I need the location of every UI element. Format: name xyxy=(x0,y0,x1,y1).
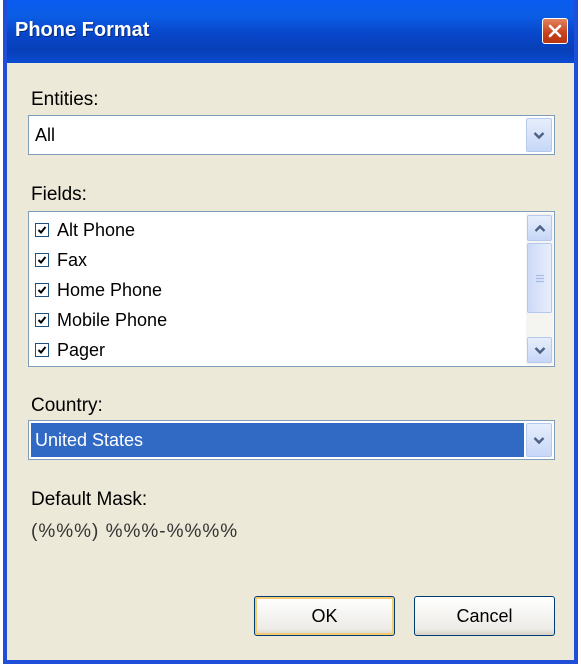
default-mask-label: Default Mask: xyxy=(31,489,148,510)
checkmark-icon xyxy=(37,346,47,354)
country-dropdown[interactable]: United States xyxy=(28,420,555,460)
chevron-down-icon xyxy=(533,131,545,139)
checkbox[interactable] xyxy=(35,313,49,327)
list-item[interactable]: Alt Phone xyxy=(35,216,135,244)
country-dropdown-button[interactable] xyxy=(526,423,552,457)
close-icon xyxy=(548,24,562,38)
list-item-label: Home Phone xyxy=(57,279,163,300)
list-item[interactable]: Pager xyxy=(35,336,105,364)
entities-value: All xyxy=(35,125,56,145)
close-button[interactable] xyxy=(542,18,568,44)
entities-label: Entities: xyxy=(31,89,99,110)
checkbox[interactable] xyxy=(35,253,49,267)
checkmark-icon xyxy=(37,286,47,294)
country-label: Country: xyxy=(31,395,103,416)
cancel-button[interactable]: Cancel xyxy=(414,596,555,636)
list-item[interactable]: Fax xyxy=(35,246,87,274)
checkbox[interactable] xyxy=(35,223,49,237)
list-item[interactable]: Mobile Phone xyxy=(35,306,167,334)
checkmark-icon xyxy=(37,256,47,264)
list-item-label: Pager xyxy=(57,339,106,360)
phone-format-dialog: Phone Format Entities: All Fields: Alt P… xyxy=(3,0,578,664)
checkbox[interactable] xyxy=(35,283,49,297)
grip-icon xyxy=(535,274,544,282)
scroll-up-button[interactable] xyxy=(527,215,552,241)
dialog-body: Entities: All Fields: Alt Phone Fax Home… xyxy=(7,63,574,660)
country-value: United States xyxy=(35,430,144,450)
scroll-down-button[interactable] xyxy=(527,337,552,363)
entities-dropdown[interactable]: All xyxy=(28,115,555,155)
window-title: Phone Format xyxy=(15,19,150,41)
list-item-label: Alt Phone xyxy=(57,219,136,240)
ok-button[interactable]: OK xyxy=(254,596,395,636)
list-item-label: Fax xyxy=(57,249,88,270)
checkmark-icon xyxy=(37,226,47,234)
list-item-label: Mobile Phone xyxy=(57,309,168,330)
list-item[interactable]: Home Phone xyxy=(35,276,162,304)
default-mask-value: (%%%) %%%-%%%% xyxy=(31,521,239,542)
checkbox[interactable] xyxy=(35,343,49,357)
chevron-up-icon xyxy=(534,224,545,232)
entities-dropdown-button[interactable] xyxy=(526,118,552,152)
checkmark-icon xyxy=(37,316,47,324)
title-bar[interactable]: Phone Format xyxy=(7,0,574,63)
chevron-down-icon xyxy=(533,436,545,444)
fields-label: Fields: xyxy=(31,184,87,205)
vertical-scrollbar[interactable] xyxy=(526,213,553,365)
chevron-down-icon xyxy=(534,346,545,354)
fields-listbox[interactable]: Alt Phone Fax Home Phone Mobile Phone Pa… xyxy=(28,211,555,367)
scroll-thumb[interactable] xyxy=(527,243,552,313)
